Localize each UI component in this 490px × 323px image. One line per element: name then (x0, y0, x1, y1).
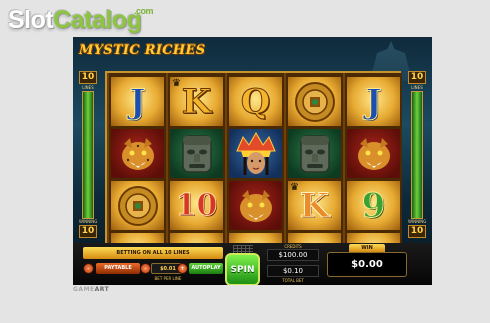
reel-5: J 9 (345, 73, 402, 270)
autoplay-button[interactable]: AUTOPLAY (189, 263, 223, 274)
symbol-k: ♛ K (288, 181, 341, 230)
reel-1: J (109, 73, 166, 270)
reel-3: Q (227, 73, 284, 270)
symbol-aztec-calendar (288, 77, 341, 126)
reel-grid: J ♛ K 10 Q ♛ K J 9 (105, 71, 402, 272)
jaguar-icon (239, 189, 272, 222)
symbol-aztec-calendar (111, 181, 164, 230)
symbol-stone-head (288, 129, 341, 178)
left-winning-label: WINNING (79, 219, 98, 224)
symbol-aztec-queen (229, 129, 282, 178)
symbol-q: Q (229, 77, 282, 126)
credits-value: $100.00 (267, 249, 319, 261)
symbol-jaguar (347, 129, 400, 178)
symbol-10: 10 (170, 181, 223, 230)
paytable-button[interactable]: PAYTABLE (96, 263, 140, 274)
stone-head-icon (181, 134, 212, 173)
win-label: WIN (349, 244, 385, 252)
aztec-queen-icon (235, 131, 276, 175)
win-value: $0.00 (327, 252, 407, 277)
watermark-slot: Slot (8, 6, 54, 34)
jaguar-icon (357, 137, 390, 170)
right-winning-counter: 10 (408, 225, 426, 238)
left-lines-counter: 10 (79, 71, 97, 84)
left-line-meter[interactable] (82, 91, 94, 219)
symbol-jaguar (111, 129, 164, 178)
reel-2: ♛ K 10 (168, 73, 225, 270)
control-panel: BETTING ON ALL 10 LINES - PAYTABLE - $0.… (73, 243, 432, 285)
page: SlotCatalog .com MYSTIC RICHES 10 LINES … (0, 0, 490, 323)
reel-4: ♛ K (286, 73, 343, 270)
stone-head-icon (299, 134, 330, 173)
paytable-minus-button[interactable]: - (83, 263, 94, 274)
symbol-9: 9 (347, 181, 400, 230)
game-logo: MYSTIC RICHES (79, 43, 206, 58)
total-bet-value: $0.10 (267, 265, 319, 277)
watermark-com: .com (134, 6, 154, 16)
right-line-meter[interactable] (411, 91, 423, 219)
aztec-calendar-icon (294, 81, 335, 122)
left-winning-counter: 10 (79, 225, 97, 238)
aztec-calendar-icon (117, 185, 158, 226)
right-winning-label: WINNING (408, 219, 427, 224)
symbol-stone-head (170, 129, 223, 178)
brand-part1: GAME (73, 286, 95, 293)
crown-icon: ♛ (290, 182, 299, 193)
symbol-j: J (111, 77, 164, 126)
watermark-catalog: Catalog (53, 6, 142, 34)
spin-button[interactable]: SPIN (225, 253, 260, 285)
right-lines-counter: 10 (408, 71, 426, 84)
gameart-brand: GAMEART (73, 286, 109, 293)
total-bet-label: TOTAL BET (282, 278, 304, 283)
symbol-jaguar (229, 181, 282, 230)
bet-plus-button[interactable]: + (177, 263, 188, 274)
game-window: MYSTIC RICHES 10 LINES WINNING 10 10 LIN… (73, 37, 432, 285)
symbol-k: ♛ K (170, 77, 223, 126)
slotcatalog-watermark: SlotCatalog .com (8, 6, 154, 35)
crown-icon: ♛ (172, 78, 181, 89)
left-lines-label: LINES (82, 85, 94, 90)
brand-part2: ART (94, 286, 110, 293)
symbol-j: J (347, 77, 400, 126)
bet-minus-button[interactable]: - (140, 263, 151, 274)
right-lines-label: LINES (411, 85, 423, 90)
jaguar-icon (121, 137, 154, 170)
betting-lines-banner: BETTING ON ALL 10 LINES (83, 247, 223, 259)
bet-per-line-label: BET PER LINE (154, 276, 182, 281)
